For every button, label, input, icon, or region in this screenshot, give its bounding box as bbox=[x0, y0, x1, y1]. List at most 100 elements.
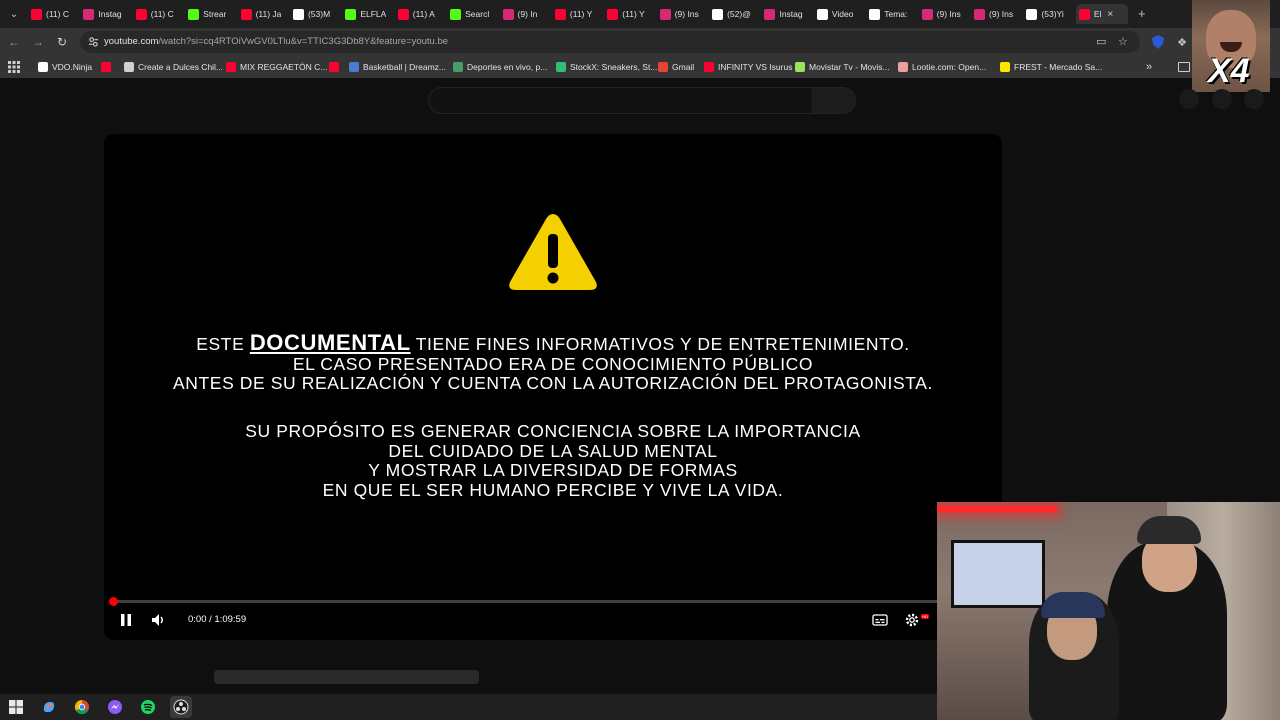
bookmark-item[interactable]: StockX: Sneakers, St... bbox=[556, 61, 657, 73]
video-player[interactable]: ESTE DOCUMENTAL TIENE FINES INFORMATIVOS… bbox=[104, 134, 1002, 640]
youtube-search-input[interactable] bbox=[428, 87, 816, 114]
tab-title: Searcl bbox=[465, 9, 490, 19]
tab-title: (11) C bbox=[46, 9, 69, 19]
tab-title: (11) Y bbox=[622, 9, 645, 19]
tab[interactable]: Searcl bbox=[447, 4, 499, 24]
instagram-icon bbox=[974, 8, 986, 20]
bookmark-label: MIX REGGAETÓN C... bbox=[240, 62, 328, 72]
pause-icon[interactable] bbox=[118, 612, 134, 628]
warning-triangle-icon bbox=[509, 214, 597, 290]
instagram-icon bbox=[502, 8, 514, 20]
background-tv bbox=[951, 540, 1045, 608]
bookmark-star-icon[interactable]: ☆ bbox=[1118, 35, 1128, 48]
tab-search-chevron-icon[interactable]: ⌄ bbox=[6, 6, 22, 22]
progress-bar[interactable] bbox=[112, 600, 996, 603]
tab[interactable]: Instag bbox=[80, 4, 132, 24]
messenger-icon[interactable] bbox=[107, 699, 123, 715]
extension-shield-icon[interactable] bbox=[1150, 34, 1166, 50]
document-icon bbox=[124, 62, 134, 72]
reload-icon[interactable]: ↻ bbox=[54, 34, 70, 50]
settings-gear-icon[interactable] bbox=[904, 612, 920, 628]
tab[interactable]: (11) C bbox=[28, 4, 80, 24]
tab-title: (11) Ja bbox=[255, 9, 282, 19]
tab[interactable]: (11) A bbox=[395, 4, 447, 24]
bookmark-item[interactable]: Gmail bbox=[658, 61, 694, 73]
site-info-icon[interactable] bbox=[88, 36, 99, 47]
extensions-puzzle-icon[interactable]: ❖ bbox=[1174, 34, 1190, 50]
bookmark-item[interactable]: Movistar Tv - Movis... bbox=[795, 61, 890, 73]
all-bookmarks-folder-icon[interactable] bbox=[1178, 61, 1190, 73]
gmail-icon bbox=[658, 62, 668, 72]
bookmark-item[interactable]: INFINITY VS Isurus bbox=[704, 61, 792, 73]
bookmark-label: VDO.Ninja bbox=[52, 62, 93, 72]
volume-icon[interactable] bbox=[150, 612, 166, 628]
bookmarks-overflow-chevron-icon[interactable]: » bbox=[1146, 61, 1152, 73]
disclaimer-paragraph-1: ESTE DOCUMENTAL TIENE FINES INFORMATIVOS… bbox=[104, 332, 1002, 394]
youtube-icon bbox=[397, 8, 409, 20]
youtube-search-button[interactable] bbox=[812, 87, 856, 114]
bookmark-item[interactable]: VDO.Ninja bbox=[38, 61, 92, 73]
windows-taskbar bbox=[0, 694, 937, 720]
bookmark-item[interactable] bbox=[101, 61, 111, 73]
notifications-icon[interactable] bbox=[1212, 89, 1232, 109]
forward-arrow-icon[interactable]: → bbox=[30, 34, 46, 50]
bookmark-label: Gmail bbox=[672, 62, 695, 72]
back-arrow-icon[interactable]: ← bbox=[6, 34, 22, 50]
tab[interactable]: (11) C bbox=[133, 4, 185, 24]
tab[interactable]: Video bbox=[814, 4, 866, 24]
new-tab-plus-icon[interactable]: + bbox=[1138, 6, 1146, 21]
dreamz-icon bbox=[349, 62, 359, 72]
bookmark-item[interactable]: Lootie.com: Open... bbox=[898, 61, 986, 73]
tab[interactable]: Instag bbox=[761, 4, 813, 24]
copilot-icon[interactable] bbox=[41, 699, 57, 715]
disclaimer-pre: ESTE bbox=[196, 334, 250, 354]
tab[interactable]: (11) Y bbox=[552, 4, 604, 24]
bookmark-item[interactable]: MIX REGGAETÓN C... bbox=[226, 61, 327, 73]
disclaimer-line-3: ANTES DE SU REALIZACIÓN Y CUENTA CON LA … bbox=[173, 373, 933, 393]
obs-icon[interactable] bbox=[173, 699, 189, 715]
url-text[interactable]: youtube.com/watch?si=cq4RTOiVwGV0LTlu&v=… bbox=[104, 36, 448, 47]
youtube-icon bbox=[101, 62, 111, 72]
subtitles-icon[interactable] bbox=[872, 612, 888, 628]
address-bar[interactable]: youtube.com/watch?si=cq4RTOiVwGV0LTlu&v=… bbox=[80, 31, 1140, 53]
stockx-icon bbox=[556, 62, 566, 72]
tab[interactable]: Tema: bbox=[866, 4, 918, 24]
tab[interactable]: (9) In bbox=[500, 4, 552, 24]
tab-title: Tema: bbox=[884, 9, 908, 19]
tab[interactable]: Strear bbox=[185, 4, 237, 24]
account-avatar[interactable] bbox=[1244, 89, 1264, 109]
tab[interactable]: (11) Ja bbox=[238, 4, 290, 24]
apps-grid-icon[interactable] bbox=[8, 61, 20, 73]
windows-start-icon[interactable] bbox=[8, 699, 24, 715]
tab[interactable]: ELFLA bbox=[342, 4, 394, 24]
bookmark-item[interactable]: Deportes en vivo, p... bbox=[453, 61, 547, 73]
tab[interactable]: (52)@ bbox=[709, 4, 761, 24]
tab-list: (11) C Instag (11) C Strear (11) Ja (53)M ELFL… bbox=[28, 4, 1140, 24]
tab[interactable]: (9) Ins bbox=[657, 4, 709, 24]
bookmark-item[interactable]: Create a Dulces Chil... bbox=[124, 61, 223, 73]
kick-icon bbox=[345, 8, 357, 20]
install-app-icon[interactable]: ▭ bbox=[1096, 35, 1106, 48]
bookmark-item[interactable]: FREST - Mercado Sa... bbox=[1000, 61, 1102, 73]
tab[interactable]: (53)Yi bbox=[1023, 4, 1075, 24]
chrome-icon[interactable] bbox=[74, 699, 90, 715]
bookmark-item[interactable]: Basketball | Dreamz... bbox=[349, 61, 446, 73]
progress-scrubber[interactable] bbox=[109, 597, 118, 606]
create-icon[interactable] bbox=[1179, 89, 1199, 109]
tab-close-icon[interactable]: × bbox=[1107, 9, 1113, 20]
tab[interactable]: (53)M bbox=[290, 4, 342, 24]
url-host: youtube.com bbox=[104, 36, 159, 47]
tab[interactable]: El × bbox=[1075, 4, 1129, 24]
bookmark-item[interactable] bbox=[329, 61, 339, 73]
hd-badge: HD bbox=[921, 614, 929, 619]
tab-title: (53)M bbox=[307, 9, 331, 19]
tab[interactable]: (11) Y bbox=[604, 4, 656, 24]
bookmark-label: Deportes en vivo, p... bbox=[467, 62, 548, 72]
youtube-icon bbox=[135, 8, 147, 20]
tab[interactable]: (9) Ins bbox=[971, 4, 1023, 24]
tab[interactable]: (9) Ins bbox=[919, 4, 971, 24]
spotify-icon[interactable] bbox=[140, 699, 156, 715]
bookmark-label: Lootie.com: Open... bbox=[912, 62, 987, 72]
reaction-overlay-image: X4 bbox=[1192, 0, 1270, 92]
kick-icon bbox=[188, 8, 200, 20]
